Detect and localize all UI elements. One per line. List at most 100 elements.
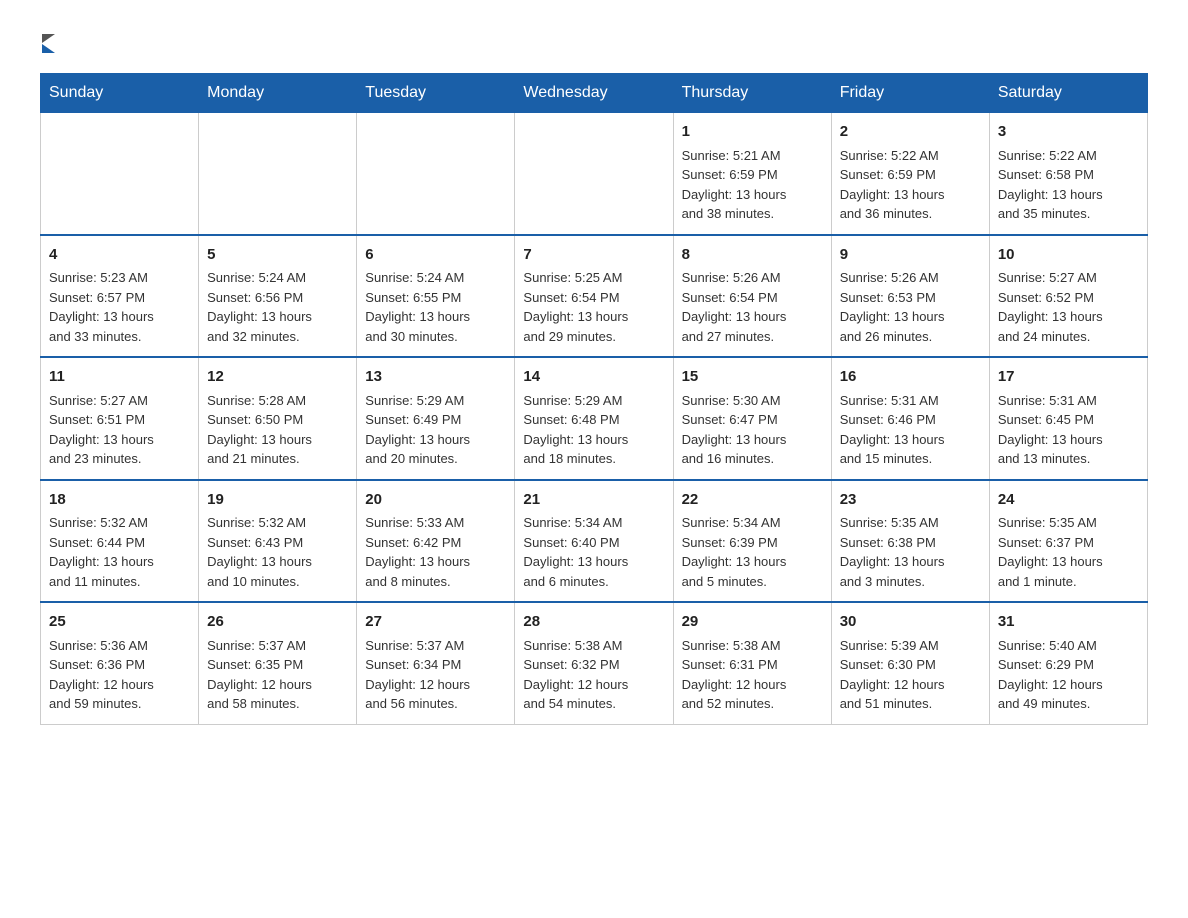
day-info: Daylight: 13 hours: [523, 430, 664, 450]
logo: [40, 30, 55, 53]
week-row-1: 1Sunrise: 5:21 AMSunset: 6:59 PMDaylight…: [41, 113, 1148, 235]
day-info: Daylight: 13 hours: [523, 552, 664, 572]
day-info: Sunset: 6:39 PM: [682, 533, 823, 553]
day-info: and 1 minute.: [998, 572, 1139, 592]
day-info: Sunset: 6:35 PM: [207, 655, 348, 675]
day-number: 5: [207, 244, 348, 267]
day-info: and 20 minutes.: [365, 449, 506, 469]
day-info: Sunset: 6:43 PM: [207, 533, 348, 553]
day-info: and 52 minutes.: [682, 694, 823, 714]
weekday-header-saturday: Saturday: [989, 74, 1147, 113]
day-info: Sunrise: 5:22 AM: [998, 146, 1139, 166]
day-info: Sunrise: 5:32 AM: [207, 513, 348, 533]
day-info: Sunrise: 5:39 AM: [840, 636, 981, 656]
day-number: 16: [840, 366, 981, 389]
day-number: 6: [365, 244, 506, 267]
calendar-cell: 31Sunrise: 5:40 AMSunset: 6:29 PMDayligh…: [989, 602, 1147, 724]
day-info: and 5 minutes.: [682, 572, 823, 592]
day-info: Sunrise: 5:31 AM: [998, 391, 1139, 411]
day-info: Daylight: 13 hours: [682, 552, 823, 572]
day-info: Sunset: 6:38 PM: [840, 533, 981, 553]
day-info: Sunset: 6:48 PM: [523, 410, 664, 430]
calendar-cell: 8Sunrise: 5:26 AMSunset: 6:54 PMDaylight…: [673, 235, 831, 358]
day-number: 12: [207, 366, 348, 389]
day-info: Sunrise: 5:38 AM: [682, 636, 823, 656]
day-info: and 23 minutes.: [49, 449, 190, 469]
calendar-cell: 13Sunrise: 5:29 AMSunset: 6:49 PMDayligh…: [357, 357, 515, 480]
day-number: 24: [998, 489, 1139, 512]
day-number: 8: [682, 244, 823, 267]
day-info: and 21 minutes.: [207, 449, 348, 469]
day-info: Sunset: 6:40 PM: [523, 533, 664, 553]
day-number: 25: [49, 611, 190, 634]
day-info: Daylight: 13 hours: [365, 430, 506, 450]
day-info: Sunrise: 5:22 AM: [840, 146, 981, 166]
weekday-header-monday: Monday: [199, 74, 357, 113]
day-info: Sunset: 6:51 PM: [49, 410, 190, 430]
weekday-header-row: SundayMondayTuesdayWednesdayThursdayFrid…: [41, 74, 1148, 113]
day-info: Sunrise: 5:29 AM: [523, 391, 664, 411]
day-info: Sunset: 6:56 PM: [207, 288, 348, 308]
calendar-cell: 24Sunrise: 5:35 AMSunset: 6:37 PMDayligh…: [989, 480, 1147, 603]
day-info: Sunrise: 5:40 AM: [998, 636, 1139, 656]
day-info: Daylight: 13 hours: [207, 552, 348, 572]
weekday-header-wednesday: Wednesday: [515, 74, 673, 113]
week-row-4: 18Sunrise: 5:32 AMSunset: 6:44 PMDayligh…: [41, 480, 1148, 603]
day-info: Daylight: 12 hours: [207, 675, 348, 695]
day-info: Sunset: 6:59 PM: [840, 165, 981, 185]
day-info: and 29 minutes.: [523, 327, 664, 347]
day-info: and 56 minutes.: [365, 694, 506, 714]
day-info: Sunset: 6:29 PM: [998, 655, 1139, 675]
calendar-cell: 21Sunrise: 5:34 AMSunset: 6:40 PMDayligh…: [515, 480, 673, 603]
day-info: Sunset: 6:54 PM: [682, 288, 823, 308]
day-number: 21: [523, 489, 664, 512]
day-number: 1: [682, 121, 823, 144]
day-info: Sunset: 6:37 PM: [998, 533, 1139, 553]
day-info: Sunrise: 5:27 AM: [49, 391, 190, 411]
day-info: Sunrise: 5:32 AM: [49, 513, 190, 533]
day-info: Sunset: 6:45 PM: [998, 410, 1139, 430]
day-info: Sunrise: 5:26 AM: [682, 268, 823, 288]
day-info: Daylight: 13 hours: [682, 185, 823, 205]
day-info: Sunset: 6:49 PM: [365, 410, 506, 430]
day-info: Daylight: 13 hours: [840, 552, 981, 572]
day-info: Daylight: 13 hours: [49, 552, 190, 572]
calendar-cell: 19Sunrise: 5:32 AMSunset: 6:43 PMDayligh…: [199, 480, 357, 603]
day-info: Daylight: 13 hours: [840, 430, 981, 450]
calendar-cell: 12Sunrise: 5:28 AMSunset: 6:50 PMDayligh…: [199, 357, 357, 480]
day-info: and 26 minutes.: [840, 327, 981, 347]
day-info: Daylight: 13 hours: [49, 307, 190, 327]
calendar-cell: 18Sunrise: 5:32 AMSunset: 6:44 PMDayligh…: [41, 480, 199, 603]
calendar-cell: 2Sunrise: 5:22 AMSunset: 6:59 PMDaylight…: [831, 113, 989, 235]
day-info: Sunrise: 5:38 AM: [523, 636, 664, 656]
week-row-2: 4Sunrise: 5:23 AMSunset: 6:57 PMDaylight…: [41, 235, 1148, 358]
day-number: 18: [49, 489, 190, 512]
day-info: and 13 minutes.: [998, 449, 1139, 469]
day-info: Daylight: 13 hours: [998, 430, 1139, 450]
day-info: Sunrise: 5:23 AM: [49, 268, 190, 288]
day-info: and 3 minutes.: [840, 572, 981, 592]
calendar-cell: 3Sunrise: 5:22 AMSunset: 6:58 PMDaylight…: [989, 113, 1147, 235]
day-info: Sunrise: 5:28 AM: [207, 391, 348, 411]
day-info: Daylight: 13 hours: [840, 185, 981, 205]
day-info: Sunrise: 5:29 AM: [365, 391, 506, 411]
day-number: 4: [49, 244, 190, 267]
calendar-cell: 30Sunrise: 5:39 AMSunset: 6:30 PMDayligh…: [831, 602, 989, 724]
day-info: Sunrise: 5:37 AM: [207, 636, 348, 656]
day-info: Daylight: 13 hours: [365, 552, 506, 572]
day-info: and 32 minutes.: [207, 327, 348, 347]
calendar-cell: 10Sunrise: 5:27 AMSunset: 6:52 PMDayligh…: [989, 235, 1147, 358]
day-info: Sunset: 6:46 PM: [840, 410, 981, 430]
day-info: Sunset: 6:54 PM: [523, 288, 664, 308]
day-info: and 15 minutes.: [840, 449, 981, 469]
day-info: Sunrise: 5:27 AM: [998, 268, 1139, 288]
day-info: Daylight: 12 hours: [523, 675, 664, 695]
day-info: Sunrise: 5:35 AM: [998, 513, 1139, 533]
day-info: and 10 minutes.: [207, 572, 348, 592]
day-info: Daylight: 12 hours: [840, 675, 981, 695]
day-info: and 11 minutes.: [49, 572, 190, 592]
calendar-cell: [41, 113, 199, 235]
day-info: Sunset: 6:53 PM: [840, 288, 981, 308]
day-info: and 8 minutes.: [365, 572, 506, 592]
week-row-3: 11Sunrise: 5:27 AMSunset: 6:51 PMDayligh…: [41, 357, 1148, 480]
